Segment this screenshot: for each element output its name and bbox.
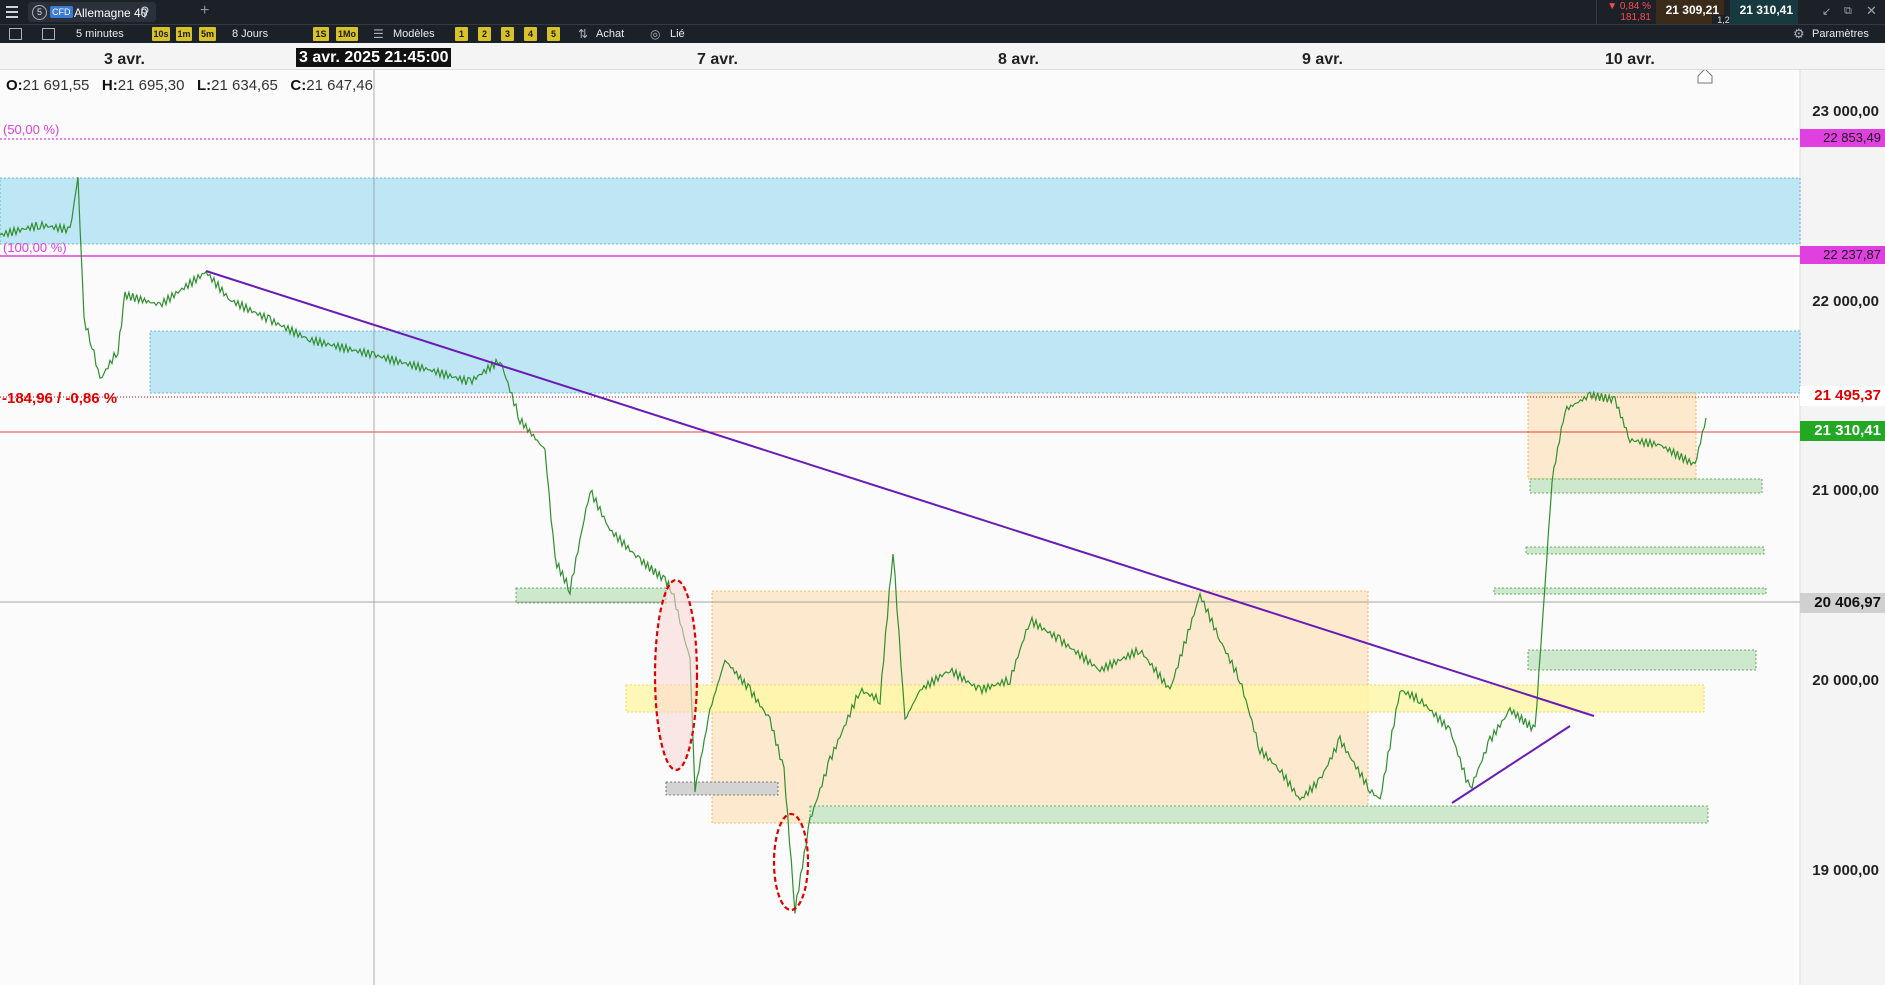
layout-5-button[interactable]: 5	[547, 27, 560, 41]
close-icon[interactable]: ✕	[1866, 3, 1877, 19]
highlight-ellipse	[653, 578, 699, 772]
demand-zone	[809, 805, 1709, 824]
trendline-ascending[interactable]	[1451, 725, 1571, 804]
instrument-name: Allemagne 40	[74, 6, 148, 20]
interval-10s-button[interactable]: 10s	[152, 27, 170, 41]
price-tick: 21 000,00	[1812, 482, 1879, 499]
date-label-10-avr: 10 avr.	[1605, 51, 1655, 68]
date-label-8-avr: 8 avr.	[998, 51, 1039, 68]
crosshair-price-tag: 20 406,97	[1800, 593, 1885, 613]
settings-icon[interactable]: ⚙	[1793, 26, 1805, 42]
price-tick: 22 000,00	[1812, 293, 1879, 310]
interval-select[interactable]: 5 minutes	[76, 25, 124, 43]
range-box-recent	[1527, 392, 1697, 480]
change-box: ▼ 0,84 % 181,81	[1596, 0, 1655, 24]
templates-button[interactable]: Modèles	[393, 25, 435, 43]
change-pts: 181,81	[1620, 12, 1651, 23]
ohlc-close: 21 647,46	[306, 77, 373, 94]
crosshair-date-label: 3 avr. 2025 21:45:00	[296, 48, 452, 67]
templates-icon[interactable]: ☰	[373, 27, 384, 41]
search-icon[interactable]: ⚲	[140, 4, 150, 20]
ohlc-high-label: H:	[101, 77, 118, 94]
demand-zone	[1525, 546, 1765, 555]
layout-2-button[interactable]: 2	[478, 27, 491, 41]
collapse-icon[interactable]: ↙	[1822, 5, 1831, 18]
ohlc-close-label: C:	[290, 77, 307, 94]
link-icon[interactable]: ◎	[650, 27, 660, 41]
popout-icon[interactable]: ⧉	[1844, 5, 1852, 18]
chart-toolbar: 5 minutes 10s 1m 5m 8 Jours 1S 1Mo ☰ Mod…	[0, 24, 1885, 43]
instrument-count-badge: 5	[32, 5, 47, 20]
fib-100-label: (100,00 %)	[3, 240, 67, 255]
fib-100-price-tag: 22 237,87	[1800, 246, 1885, 264]
fib-50-label: (50,00 %)	[3, 122, 60, 137]
date-axis: 3 avr. 7 avr. 8 avr. 9 avr. 10 avr. 3 av…	[0, 43, 1885, 70]
range-1s-button[interactable]: 1S	[313, 27, 329, 41]
list-view-icon[interactable]	[9, 28, 22, 40]
change-annotation: -184,96 / -0,86 %	[2, 390, 118, 407]
layout-icon[interactable]	[42, 28, 55, 40]
price-chart[interactable]	[0, 70, 1885, 985]
instrument-tab[interactable]: 5 CFD Allemagne 40	[28, 2, 156, 22]
date-label-7-avr: 7 avr.	[697, 51, 738, 68]
interval-1m-button[interactable]: 1m	[176, 27, 192, 41]
fib-50-price-tag: 22 853,49	[1800, 129, 1885, 147]
range-1mo-button[interactable]: 1Mo	[336, 27, 358, 41]
layout-3-button[interactable]: 3	[501, 27, 514, 41]
date-label-9-avr: 9 avr.	[1302, 51, 1343, 68]
reference-price-tag: 21 495,37	[1800, 386, 1885, 406]
price-tick: 23 000,00	[1812, 103, 1879, 120]
ohlc-legend: O:21 691,55 H:21 695,30 L:21 634,65 C:21…	[6, 77, 373, 94]
date-label-3-avr: 3 avr.	[104, 51, 145, 68]
ohlc-open: 21 691,55	[22, 77, 90, 94]
ask-price: 21 310,41	[1739, 3, 1793, 17]
layout-4-button[interactable]: 4	[524, 27, 537, 41]
demand-zone	[1493, 587, 1767, 595]
last-price-tag: 21 310,41	[1800, 421, 1885, 441]
top-bar: 5 CFD Allemagne 40 ⚲ + ▼ 0,84 % 181,81 2…	[0, 0, 1885, 25]
bid-price: 21 309,21	[1665, 3, 1719, 17]
demand-zone	[1529, 478, 1763, 494]
linked-button[interactable]: Lié	[670, 25, 685, 43]
change-pct: ▼ 0,84 %	[1607, 1, 1651, 12]
ohlc-high: 21 695,30	[117, 77, 185, 94]
demand-zone	[1527, 649, 1757, 671]
range-select[interactable]: 8 Jours	[232, 25, 268, 43]
demand-zone	[515, 587, 667, 604]
menu-icon[interactable]	[6, 5, 18, 19]
add-tab-button[interactable]: +	[200, 2, 209, 20]
ohlc-low-label: L:	[197, 77, 212, 94]
ohlc-open-label: O:	[6, 77, 23, 94]
buy-button[interactable]: Achat	[596, 25, 624, 43]
buy-price-box[interactable]: 21 310,41	[1730, 0, 1798, 24]
grey-zone	[665, 781, 779, 796]
ohlc-low: 21 634,65	[211, 77, 278, 94]
instrument-type-badge: CFD	[50, 6, 73, 18]
interval-5m-button[interactable]: 5m	[199, 27, 216, 41]
price-tick: 19 000,00	[1812, 862, 1879, 879]
supply-zone-top	[0, 177, 1801, 245]
price-axis-background	[1800, 70, 1885, 985]
layout-1-button[interactable]: 1	[455, 27, 468, 41]
settings-button[interactable]: Paramètres	[1812, 25, 1869, 43]
buy-icon[interactable]: ⇅	[578, 27, 588, 41]
scroll-home-icon[interactable]	[1697, 70, 1713, 84]
price-tick: 20 000,00	[1812, 672, 1879, 689]
